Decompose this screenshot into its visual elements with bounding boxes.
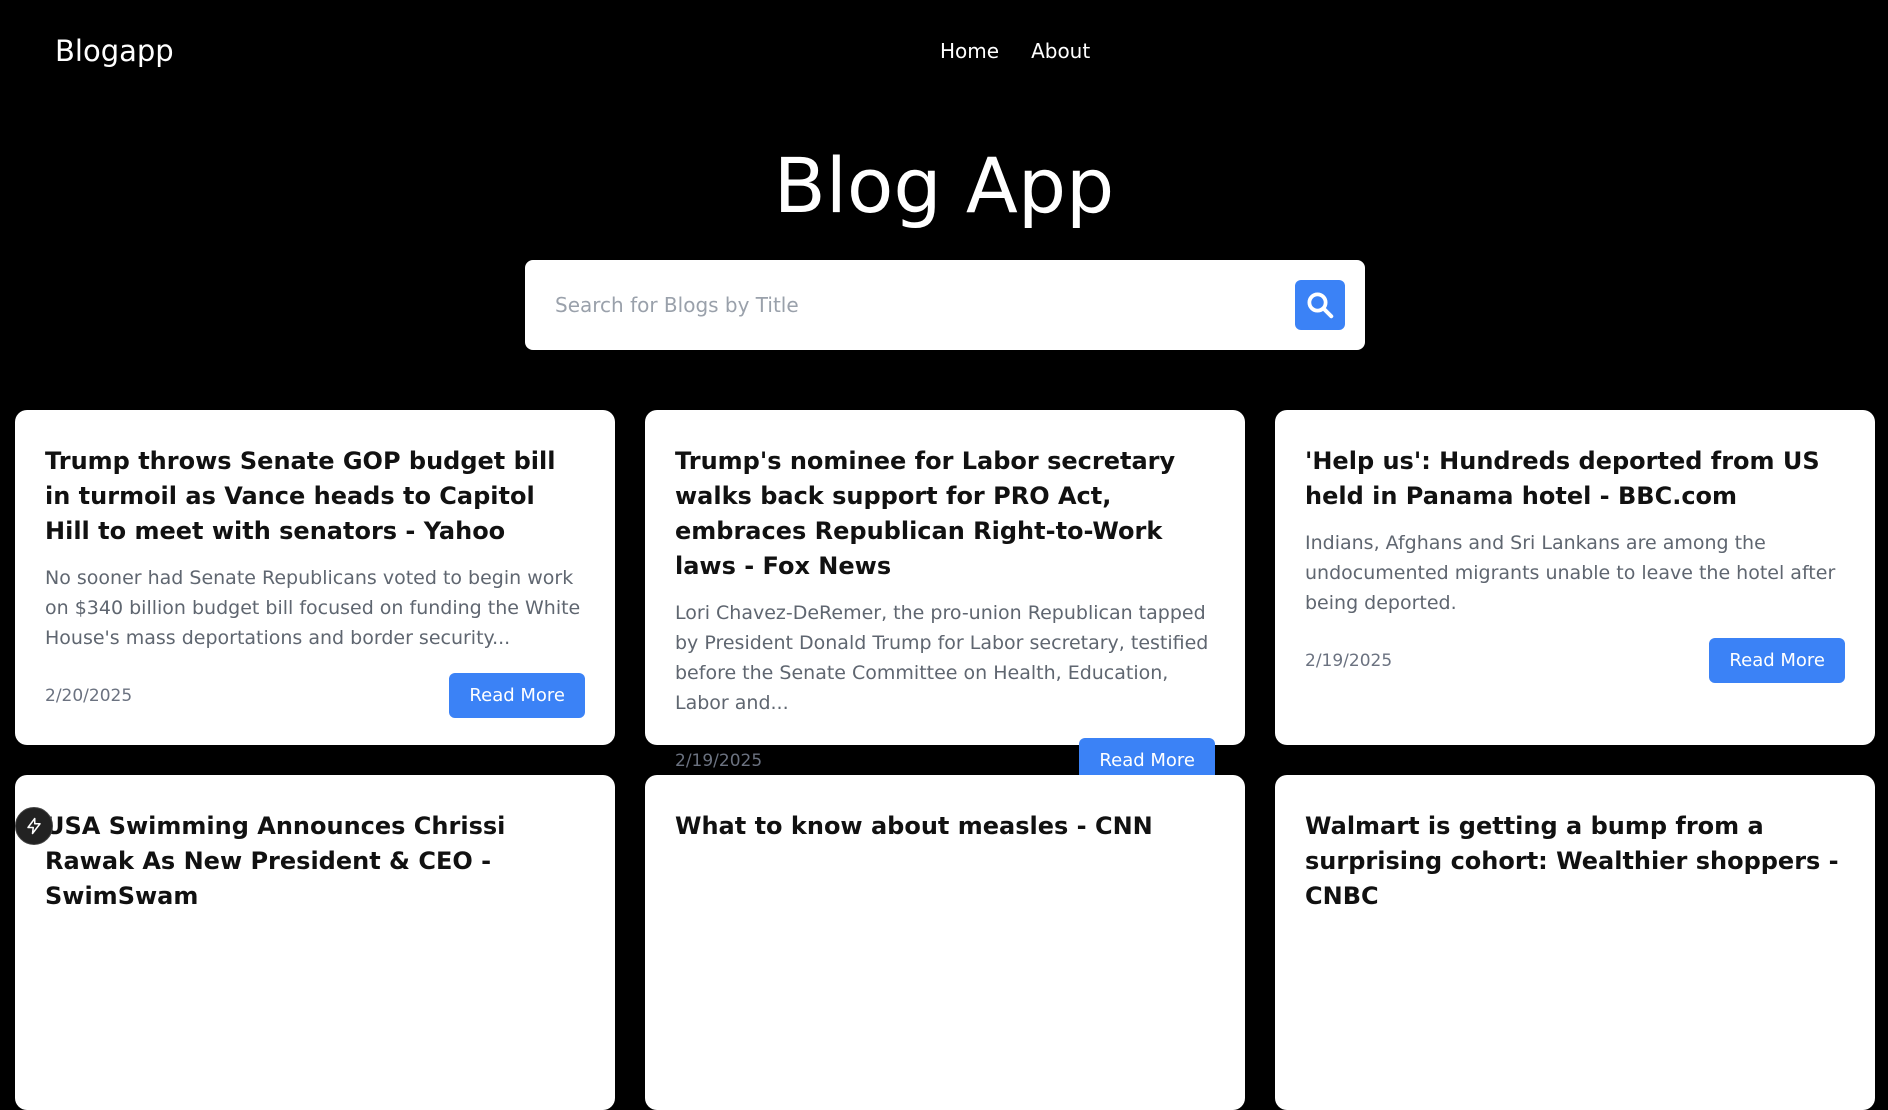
card-title[interactable]: What to know about measles - CNN <box>675 809 1215 844</box>
card-date: 2/20/2025 <box>45 685 133 706</box>
card-footer: 2/20/2025 Read More <box>45 673 585 718</box>
navbar: Blogapp Home About <box>0 0 1888 100</box>
read-more-button[interactable]: Read More <box>1709 638 1845 683</box>
search-box <box>525 260 1365 350</box>
card-description: Lori Chavez-DeRemer, the pro-union Repub… <box>675 602 1209 714</box>
nav-link-about[interactable]: About <box>1031 38 1090 64</box>
brand-logo[interactable]: Blogapp <box>55 33 174 69</box>
blog-card: Walmart is getting a bump from a surpris… <box>1275 775 1875 1110</box>
blog-card: Trump's nominee for Labor secretary walk… <box>645 410 1245 783</box>
blog-grid: Trump throws Senate GOP budget bill in t… <box>15 410 1875 1110</box>
bolt-badge[interactable] <box>15 807 53 845</box>
card-title[interactable]: Trump's nominee for Labor secretary walk… <box>675 444 1215 584</box>
card-description: Indians, Afghans and Sri Lankans are amo… <box>1305 532 1836 614</box>
read-more-button[interactable]: Read More <box>449 673 585 718</box>
card-date: 2/19/2025 <box>675 750 763 771</box>
card-footer: 2/19/2025 Read More <box>1305 638 1845 683</box>
lightning-icon <box>27 817 41 835</box>
card-title[interactable]: USA Swimming Announces Chrissi Rawak As … <box>45 809 585 914</box>
blog-card: 'Help us': Hundreds deported from US hel… <box>1275 410 1875 745</box>
blog-card: Trump throws Senate GOP budget bill in t… <box>15 410 615 745</box>
nav-link-home[interactable]: Home <box>940 38 999 64</box>
nav-links: Home About <box>940 38 1090 64</box>
card-title[interactable]: 'Help us': Hundreds deported from US hel… <box>1305 444 1845 514</box>
blog-card: USA Swimming Announces Chrissi Rawak As … <box>15 775 615 1110</box>
card-title[interactable]: Trump throws Senate GOP budget bill in t… <box>45 444 585 549</box>
blog-card: What to know about measles - CNN <box>645 775 1245 1110</box>
page-title: Blog App <box>773 141 1115 230</box>
card-date: 2/19/2025 <box>1305 650 1393 671</box>
search-button[interactable] <box>1295 280 1345 330</box>
card-title[interactable]: Walmart is getting a bump from a surpris… <box>1305 809 1845 914</box>
search-input[interactable] <box>553 280 1273 330</box>
search-icon <box>1307 292 1334 319</box>
card-description: No sooner had Senate Republicans voted t… <box>45 567 581 649</box>
